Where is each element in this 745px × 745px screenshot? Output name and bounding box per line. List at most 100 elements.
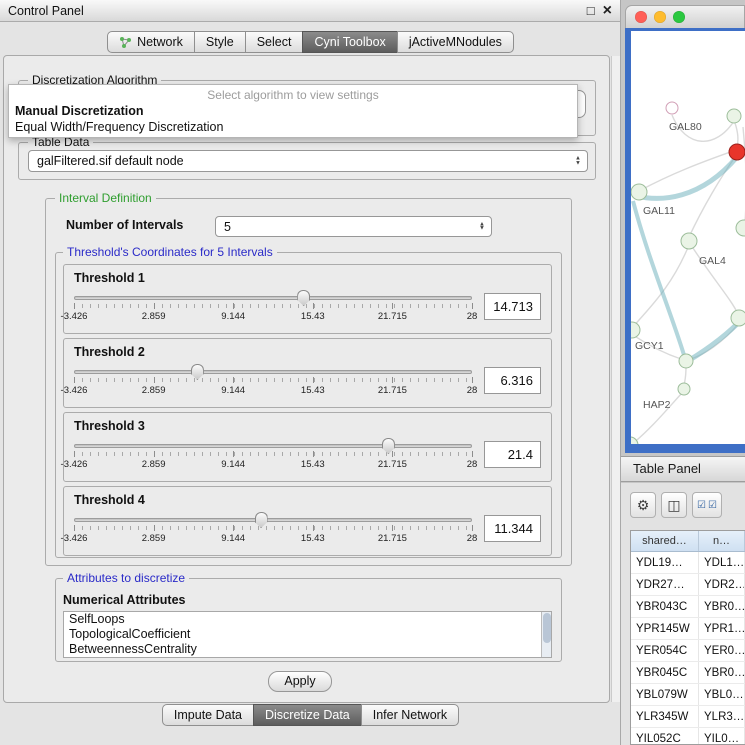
threshold-4-slider[interactable]: -3.4262.8599.14415.4321.71528: [74, 509, 472, 547]
network-graph: GAL80GAL11GAL4GCY1HAP2: [631, 31, 745, 444]
row-selection-button[interactable]: ☑ ☑: [692, 492, 722, 518]
threshold-2-value-field[interactable]: 6.316: [484, 367, 541, 394]
node-label: HAP2: [643, 399, 671, 411]
threshold-3-slider[interactable]: -3.4262.8599.14415.4321.71528: [74, 435, 472, 473]
table-row[interactable]: YBR043C YBR0…: [631, 596, 745, 618]
table-data-combobox[interactable]: galFiltered.sif default node ▲▼: [28, 150, 588, 172]
table-data-selected: galFiltered.sif default node: [37, 154, 184, 168]
slider-track[interactable]: [74, 296, 472, 300]
cell-shared-name: YIL052C: [631, 728, 699, 745]
tab-discretize-data[interactable]: Discretize Data: [253, 704, 362, 726]
cell-name: YPR1…: [699, 618, 745, 639]
network-node[interactable]: [678, 383, 690, 395]
major-tick: [472, 377, 473, 383]
slider-track[interactable]: [74, 370, 472, 374]
table-row[interactable]: YBL079W YBL0…: [631, 684, 745, 706]
tab-label: Impute Data: [174, 708, 242, 722]
close-window-icon[interactable]: ×: [603, 5, 612, 17]
panel-scrollbar[interactable]: [611, 56, 620, 702]
tick-label: 21.715: [378, 311, 407, 322]
node-table[interactable]: shared… n… YDL19… YDL1… YDR27… YDR2… YBR…: [630, 530, 745, 745]
threshold-2-panel: Threshold 2 -3.4262.8599.14415.4321.7152…: [63, 338, 552, 408]
algorithm-option[interactable]: Manual Discretization: [9, 103, 577, 119]
tick-label: 15.43: [301, 533, 325, 544]
intervals-count-combobox[interactable]: 5 ▲▼: [215, 216, 492, 237]
table-row[interactable]: YBR045C YBR0…: [631, 662, 745, 684]
apply-button[interactable]: Apply: [268, 671, 332, 692]
network-window-titlebar[interactable]: [625, 5, 745, 28]
threshold-2-slider[interactable]: -3.4262.8599.14415.4321.71528: [74, 361, 472, 399]
tab-select[interactable]: Select: [245, 31, 304, 53]
tab-cyni-toolbox[interactable]: Cyni Toolbox: [302, 31, 397, 53]
numerical-attributes-label: Numerical Attributes: [63, 593, 185, 607]
titlebar[interactable]: Control Panel □ ×: [0, 0, 620, 22]
mac-zoom-button[interactable]: [673, 11, 685, 23]
cell-shared-name: YPR145W: [631, 618, 699, 639]
network-node[interactable]: [679, 354, 693, 368]
slider-track[interactable]: [74, 444, 472, 448]
attribute-item[interactable]: SelfLoops: [69, 612, 551, 627]
mac-close-button[interactable]: [635, 11, 647, 23]
algorithm-option[interactable]: Equal Width/Frequency Discretization: [9, 119, 577, 135]
tab-network[interactable]: Network: [107, 31, 195, 53]
tab-impute-data[interactable]: Impute Data: [162, 704, 254, 726]
major-tick: [233, 377, 234, 383]
tab-infer-network[interactable]: Infer Network: [361, 704, 459, 726]
tab-jactivemnodules[interactable]: jActiveMNodules: [397, 31, 514, 53]
table-row[interactable]: YIL052C YIL0…: [631, 728, 745, 745]
threshold-1-slider[interactable]: -3.4262.8599.14415.4321.71528: [74, 287, 472, 325]
threshold-label: Threshold 4: [74, 493, 541, 507]
table-row[interactable]: YDL19… YDL1…: [631, 552, 745, 574]
network-node[interactable]: [631, 184, 647, 200]
mac-minimize-button[interactable]: [654, 11, 666, 23]
float-window-icon[interactable]: □: [587, 3, 595, 18]
attribute-item[interactable]: TopologicalCoefficient: [69, 627, 551, 642]
table-row[interactable]: YPR145W YPR1…: [631, 618, 745, 640]
table-row[interactable]: YER054C YER0…: [631, 640, 745, 662]
tab-label: Discretize Data: [265, 708, 350, 722]
table-settings-button[interactable]: ⚙: [630, 492, 656, 518]
slider-minor-ticks: [74, 378, 472, 382]
attribute-item[interactable]: BetweennessCentrality: [69, 642, 551, 657]
node-label: GAL80: [669, 121, 702, 133]
network-node[interactable]: [666, 102, 678, 114]
major-tick: [154, 303, 155, 309]
network-canvas[interactable]: GAL80GAL11GAL4GCY1HAP2: [631, 31, 745, 444]
column-header-name[interactable]: n…: [699, 531, 745, 551]
bottom-tab-bar: Impute Data Discretize Data Infer Networ…: [0, 704, 621, 726]
table-body: YDL19… YDL1… YDR27… YDR2… YBR043C YBR0… …: [631, 552, 745, 745]
table-row[interactable]: YLR345W YLR3…: [631, 706, 745, 728]
algorithm-dropdown: Select algorithm to view settings Manual…: [8, 84, 578, 138]
threshold-4-panel: Threshold 4 -3.4262.8599.14415.4321.7152…: [63, 486, 552, 556]
threshold-4-value-field[interactable]: 11.344: [484, 515, 541, 542]
slider-minor-ticks: [74, 526, 472, 530]
tab-label: jActiveMNodules: [409, 35, 502, 49]
attributes-scrollbar[interactable]: [541, 612, 551, 657]
network-node[interactable]: [631, 437, 638, 444]
network-node[interactable]: [731, 310, 745, 326]
network-node[interactable]: [729, 144, 745, 160]
node-label: GAL4: [699, 255, 726, 267]
checkbox-icon: ☑: [708, 500, 717, 511]
threshold-3-value-field[interactable]: 21.4: [484, 441, 541, 468]
window-title: Control Panel: [8, 4, 579, 18]
scrollbar-thumb[interactable]: [543, 613, 551, 643]
major-tick: [472, 451, 473, 457]
attributes-list[interactable]: SelfLoopsTopologicalCoefficientBetweenne…: [63, 611, 552, 658]
tick-label: 21.715: [378, 459, 407, 470]
network-node[interactable]: [727, 109, 741, 123]
interval-group-title: Interval Definition: [55, 191, 156, 205]
network-node[interactable]: [631, 322, 640, 338]
cell-name: YLR3…: [699, 706, 745, 727]
column-chooser-button[interactable]: ◫: [661, 492, 687, 518]
major-tick: [154, 525, 155, 531]
table-panel-header[interactable]: Table Panel: [621, 456, 745, 482]
table-row[interactable]: YDR27… YDR2…: [631, 574, 745, 596]
column-header-shared-name[interactable]: shared…: [631, 531, 699, 551]
slider-track[interactable]: [74, 518, 472, 522]
network-node[interactable]: [681, 233, 697, 249]
tick-label: -3.426: [61, 311, 88, 322]
threshold-1-value-field[interactable]: 14.713: [484, 293, 541, 320]
network-node[interactable]: [736, 220, 745, 236]
tab-style[interactable]: Style: [194, 31, 246, 53]
